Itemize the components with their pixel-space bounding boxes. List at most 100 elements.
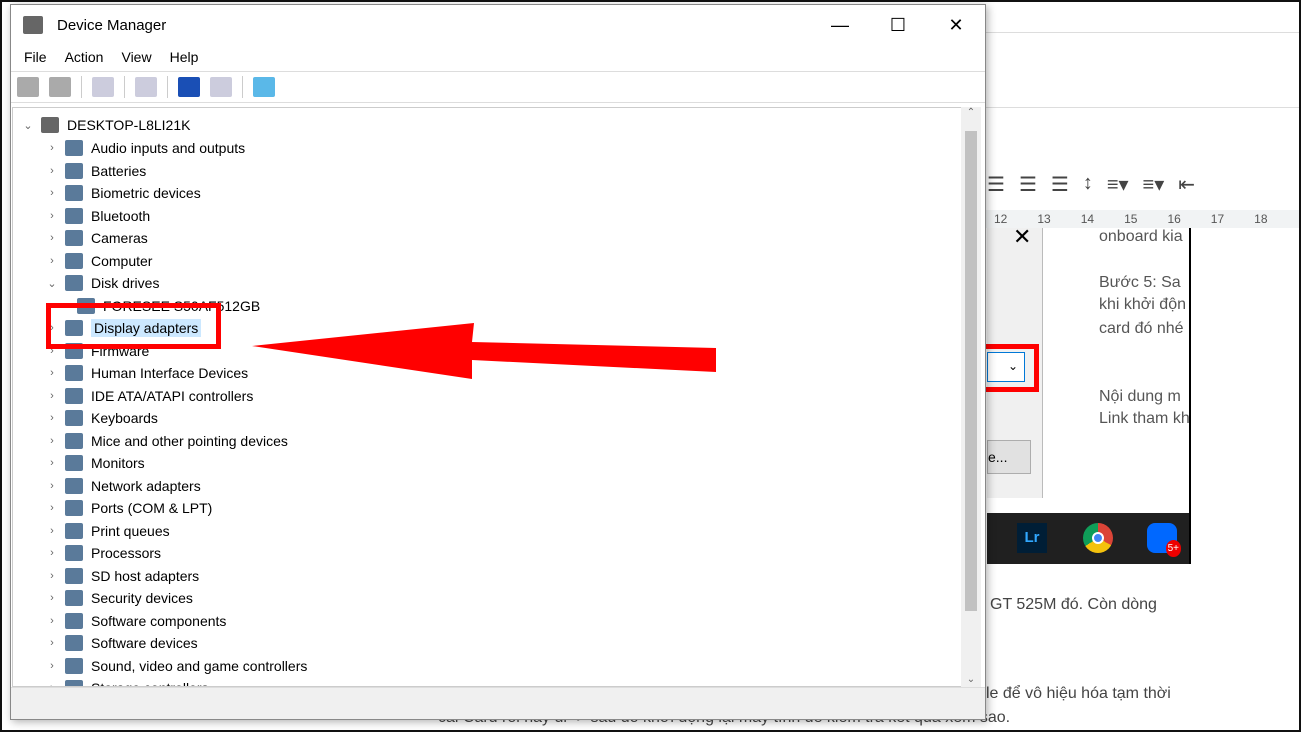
tree-item[interactable]: › Software devices — [45, 632, 198, 654]
lightroom-icon[interactable]: Lr — [1017, 523, 1047, 553]
chevron-right-icon[interactable]: › — [45, 592, 59, 604]
format-toolbar: ☰ ☰ ☰ ↕ ≡▾ ≡▾ ⇤ — [987, 172, 1195, 197]
tree-root[interactable]: ⌄ DESKTOP-L8LI21K — [21, 114, 190, 136]
scroll-down-icon[interactable]: ⌄ — [961, 674, 981, 685]
menu-view[interactable]: View — [112, 45, 160, 71]
device-category-icon — [65, 500, 83, 516]
tree-item[interactable]: › Print queues — [45, 520, 170, 542]
justify-icon[interactable]: ☰ — [1051, 172, 1069, 197]
close-icon[interactable]: ✕ — [1013, 228, 1031, 250]
forward-icon[interactable] — [49, 77, 71, 97]
tree-item[interactable]: › Computer — [45, 250, 152, 272]
tree-item[interactable]: › Cameras — [45, 227, 148, 249]
tree-label: Processors — [91, 545, 162, 561]
doc-text: GT 525M đó. Còn dòng — [990, 596, 1157, 613]
align-left-icon[interactable]: ☰ — [987, 172, 1005, 197]
dialog-button[interactable]: e... — [987, 440, 1031, 474]
tree-item[interactable]: › Mice and other pointing devices — [45, 430, 288, 452]
chevron-right-icon[interactable]: › — [45, 457, 59, 469]
ruler-mark: 17 — [1210, 212, 1225, 226]
tree-item[interactable]: › Processors — [45, 542, 161, 564]
device-category-icon — [65, 432, 83, 449]
chevron-right-icon[interactable]: › — [45, 637, 59, 649]
tree-item[interactable]: › Sound, video and game controllers — [45, 655, 307, 677]
show-hide-console-tree-icon[interactable] — [92, 77, 114, 97]
numbered-list-icon[interactable]: ≡▾ — [1107, 172, 1129, 197]
ruler-mark: 15 — [1124, 212, 1138, 226]
tree-item[interactable]: › Security devices — [45, 587, 193, 609]
chevron-right-icon[interactable]: › — [45, 367, 59, 379]
tree-item[interactable]: ›Storage controllers — [45, 677, 209, 686]
tree-item[interactable]: › Network adapters — [45, 475, 201, 497]
tree-item[interactable]: › SD host adapters — [45, 565, 199, 587]
tree-item[interactable]: › Audio inputs and outputs — [45, 137, 245, 159]
line-spacing-icon[interactable]: ↕ — [1083, 172, 1093, 197]
device-category-icon — [65, 207, 83, 224]
chevron-right-icon[interactable]: › — [45, 210, 59, 222]
chevron-right-icon[interactable]: › — [45, 525, 59, 537]
menu-help[interactable]: Help — [161, 45, 208, 71]
chevron-down-icon[interactable]: ⌄ — [21, 119, 35, 132]
tree-label: Biometric devices — [91, 185, 201, 201]
chevron-right-icon[interactable]: › — [45, 570, 59, 582]
tree-label: IDE ATA/ATAPI controllers — [91, 387, 254, 404]
indent-icon[interactable]: ⇤ — [1178, 172, 1195, 197]
vertical-scrollbar[interactable]: ⌃ ⌄ — [961, 107, 981, 687]
align-right-icon[interactable]: ☰ — [1019, 172, 1037, 197]
properties-icon[interactable] — [135, 77, 157, 97]
chevron-right-icon[interactable]: › — [45, 390, 59, 402]
tree-item[interactable]: › Biometric devices — [45, 182, 201, 204]
chevron-right-icon[interactable]: › — [45, 547, 59, 559]
tree-label: Computer — [91, 252, 153, 269]
ruler-mark: 13 — [1037, 212, 1051, 226]
chevron-right-icon[interactable]: › — [45, 412, 59, 424]
scroll-up-icon[interactable]: ⌃ — [961, 107, 981, 118]
chevron-right-icon[interactable]: › — [45, 187, 59, 199]
device-category-icon — [65, 275, 83, 291]
zalo-icon[interactable]: 5+ — [1147, 523, 1181, 557]
scan-hardware-icon[interactable] — [253, 77, 275, 97]
tree-item[interactable]: › Bluetooth — [45, 205, 150, 227]
tree-item[interactable]: › Batteries — [45, 160, 146, 182]
tree-label: Human Interface Devices — [91, 365, 249, 381]
chevron-right-icon[interactable]: › — [45, 142, 59, 154]
doc-text: Bước 5: Sa — [1099, 274, 1181, 291]
tree-item[interactable]: › Monitors — [45, 452, 145, 474]
chevron-right-icon[interactable]: › — [45, 615, 59, 627]
tree-item[interactable]: › Human Interface Devices — [45, 362, 248, 384]
chevron-down-icon[interactable]: ⌄ — [45, 277, 59, 290]
bulleted-list-icon[interactable]: ≡▾ — [1143, 172, 1165, 197]
chrome-icon[interactable] — [1083, 523, 1113, 553]
chevron-right-icon[interactable]: › — [45, 232, 59, 244]
chevron-right-icon[interactable]: › — [45, 255, 59, 267]
doc-text: onboard kia — [1099, 228, 1183, 245]
tree-item[interactable]: › Software components — [45, 610, 226, 632]
ruler-mark: 18 — [1254, 212, 1268, 226]
scrollbar-thumb[interactable] — [965, 131, 977, 611]
tree-item[interactable]: › Keyboards — [45, 407, 158, 429]
chevron-right-icon[interactable]: › — [45, 480, 59, 492]
toolbar — [11, 71, 985, 103]
tree-item[interactable]: › Ports (COM & LPT) — [45, 497, 212, 519]
ruler: 12 13 14 15 16 17 18 — [982, 210, 1299, 228]
window-title: Device Manager — [57, 16, 167, 34]
chevron-right-icon[interactable]: › — [45, 502, 59, 514]
menu-action[interactable]: Action — [56, 45, 113, 71]
tree-item[interactable]: › IDE ATA/ATAPI controllers — [45, 385, 253, 407]
menu-file[interactable]: File — [15, 45, 56, 71]
chevron-right-icon[interactable]: › — [45, 165, 59, 177]
run-icon[interactable] — [210, 77, 232, 97]
title-bar: Device Manager — ☐ ✕ — [11, 5, 985, 45]
status-bar — [11, 687, 985, 719]
back-icon[interactable] — [17, 77, 39, 97]
chevron-right-icon[interactable]: › — [45, 435, 59, 447]
chevron-right-icon[interactable]: › — [45, 660, 59, 672]
tree-label: Ports (COM & LPT) — [91, 500, 213, 516]
embedded-screenshot: ✕ ⌄ e... onboard kia Bước 5: Sa khi khởi… — [987, 228, 1191, 564]
minimize-button[interactable]: — — [811, 5, 869, 45]
annotation-box — [982, 344, 1039, 392]
close-button[interactable]: ✕ — [927, 5, 985, 45]
tree-item[interactable]: ⌄ Disk drives — [45, 272, 159, 294]
help-icon[interactable] — [178, 77, 200, 97]
maximize-button[interactable]: ☐ — [869, 5, 927, 45]
